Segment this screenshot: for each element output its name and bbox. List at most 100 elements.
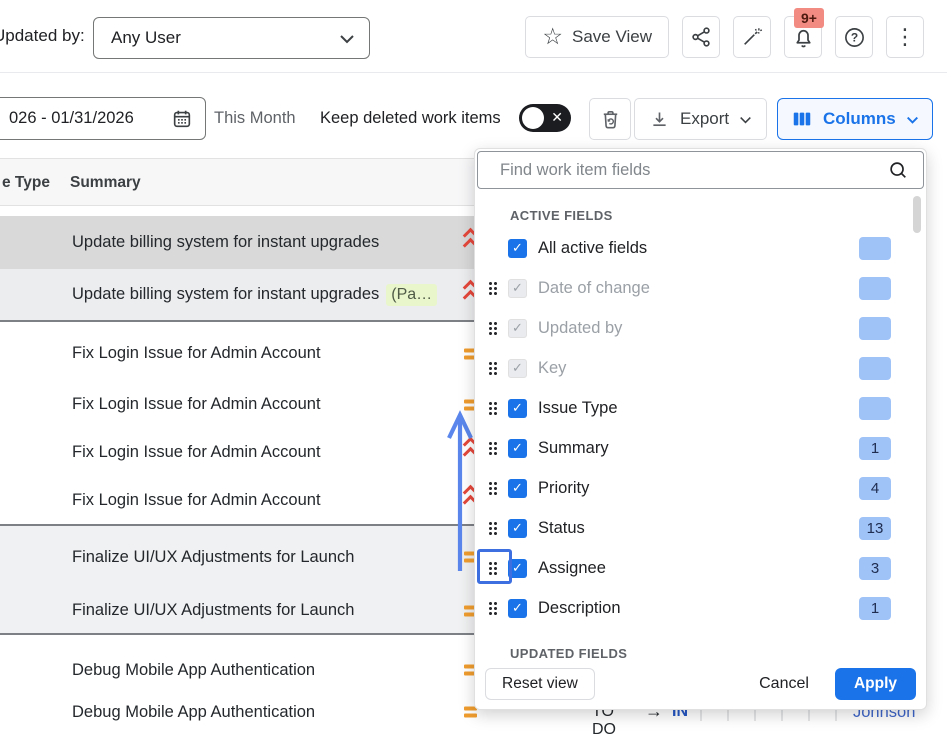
field-item[interactable]: Issue Type: [475, 388, 926, 428]
notifications-button[interactable]: 9+: [784, 16, 822, 58]
field-checkbox[interactable]: [508, 239, 527, 258]
panel-footer: Reset view Cancel Apply: [475, 659, 926, 709]
columns-panel: ACTIVE FIELDS All active fields Date of …: [474, 148, 927, 710]
field-label: Updated by: [538, 319, 622, 338]
calendar-icon: [171, 108, 193, 130]
export-label: Export: [680, 109, 729, 129]
field-item[interactable]: Date of change: [475, 268, 926, 308]
help-button[interactable]: ?: [835, 16, 873, 58]
column-header-issue-type[interactable]: e Type: [2, 159, 50, 207]
field-label: Key: [538, 359, 566, 378]
toggle-knob: [522, 107, 544, 129]
save-view-button[interactable]: ☆ Save View: [525, 16, 669, 58]
field-count-badge: [859, 357, 891, 380]
field-checkbox[interactable]: [508, 319, 527, 338]
field-count-badge: 13: [859, 517, 891, 540]
field-item[interactable]: Description 1: [475, 588, 926, 628]
svg-text:?: ?: [850, 30, 857, 44]
share-button[interactable]: [682, 16, 720, 58]
field-checkbox[interactable]: [508, 519, 527, 538]
period-label[interactable]: This Month: [214, 109, 296, 128]
cancel-button[interactable]: Cancel: [759, 675, 809, 693]
summary-cell: Fix Login Issue for Admin Account: [72, 344, 321, 363]
summary-cell: Finalize UI/UX Adjustments for Launch: [72, 548, 354, 567]
reset-view-button[interactable]: Reset view: [485, 668, 595, 700]
field-section-header: ACTIVE FIELDS: [475, 194, 926, 228]
field-label: Issue Type: [538, 399, 618, 418]
drag-handle-icon[interactable]: [488, 561, 498, 576]
field-item[interactable]: Priority 4: [475, 468, 926, 508]
bell-icon: [792, 26, 815, 49]
star-icon: ☆: [542, 25, 563, 48]
toolbar-divider: [0, 72, 947, 73]
field-count-badge: 3: [859, 557, 891, 580]
field-label: All active fields: [538, 239, 647, 258]
summary-cell: Update billing system for instant upgrad…: [72, 285, 379, 304]
column-header-summary[interactable]: Summary: [70, 159, 141, 207]
summary-cell: Update billing system for instant upgrad…: [72, 233, 379, 252]
columns-button[interactable]: Columns: [777, 98, 933, 140]
summary-cell: Debug Mobile App Authentication: [72, 661, 315, 680]
field-item[interactable]: Summary 1: [475, 428, 926, 468]
drag-handle-icon[interactable]: [488, 481, 498, 496]
keep-deleted-toggle[interactable]: ✕: [519, 104, 571, 132]
field-checkbox[interactable]: [508, 559, 527, 578]
field-item[interactable]: Status 13: [475, 508, 926, 548]
field-search-input[interactable]: [498, 160, 887, 181]
magic-wand-button[interactable]: [733, 16, 771, 58]
field-count-badge: [859, 277, 891, 300]
date-range-picker[interactable]: 026 - 01/31/2026: [0, 97, 206, 140]
drag-handle-icon[interactable]: [488, 281, 498, 296]
field-checkbox[interactable]: [508, 399, 527, 418]
filter-toolbar: 026 - 01/31/2026 This Month Keep deleted…: [0, 86, 947, 148]
trash-restore-icon: [599, 108, 622, 131]
field-count-badge: [859, 317, 891, 340]
summary-cell: Finalize UI/UX Adjustments for Launch: [72, 601, 354, 620]
field-label: Description: [538, 599, 621, 618]
drag-handle-icon[interactable]: [488, 361, 498, 376]
field-label: Summary: [538, 439, 609, 458]
drag-handle-icon[interactable]: [488, 601, 498, 616]
save-view-label: Save View: [572, 27, 652, 47]
updated-by-value: Any User: [111, 28, 339, 48]
columns-label: Columns: [823, 109, 896, 129]
field-label: Priority: [538, 479, 589, 498]
kebab-menu-icon: ⋮: [894, 26, 916, 48]
drag-handle-icon[interactable]: [488, 521, 498, 536]
magic-wand-icon: [741, 26, 763, 48]
field-count-badge: [859, 237, 891, 260]
field-checkbox[interactable]: [508, 479, 527, 498]
field-item[interactable]: All active fields: [475, 228, 926, 268]
summary-cell: Fix Login Issue for Admin Account: [72, 395, 321, 414]
field-count-badge: 4: [859, 477, 891, 500]
keep-deleted-label: Keep deleted work items: [320, 109, 501, 128]
drag-handle-icon[interactable]: [488, 441, 498, 456]
chevron-down-icon: [339, 34, 355, 44]
field-label: Assignee: [538, 559, 606, 578]
updated-by-select[interactable]: Any User: [93, 17, 370, 59]
toggle-off-x-icon: ✕: [551, 109, 563, 126]
restore-deleted-button[interactable]: [589, 98, 631, 140]
columns-icon: [791, 108, 813, 130]
drag-handle-icon[interactable]: [488, 321, 498, 336]
field-search-box[interactable]: [477, 151, 924, 189]
field-checkbox[interactable]: [508, 599, 527, 618]
field-item[interactable]: Assignee 3: [475, 548, 926, 588]
summary-cell: Fix Login Issue for Admin Account: [72, 443, 321, 462]
chevron-down-icon: [739, 116, 752, 124]
field-label: Date of change: [538, 279, 650, 298]
field-label: Status: [538, 519, 585, 538]
export-button[interactable]: Export: [634, 98, 767, 140]
field-checkbox[interactable]: [508, 279, 527, 298]
drag-handle-icon[interactable]: [488, 401, 498, 416]
share-icon: [690, 26, 712, 48]
search-icon: [887, 159, 909, 181]
more-options-button[interactable]: ⋮: [886, 16, 924, 58]
field-item[interactable]: Updated by: [475, 308, 926, 348]
field-checkbox[interactable]: [508, 359, 527, 378]
download-icon: [649, 109, 670, 130]
apply-button[interactable]: Apply: [835, 668, 916, 700]
panel-scrollbar[interactable]: [913, 196, 921, 233]
field-item[interactable]: Key: [475, 348, 926, 388]
field-checkbox[interactable]: [508, 439, 527, 458]
